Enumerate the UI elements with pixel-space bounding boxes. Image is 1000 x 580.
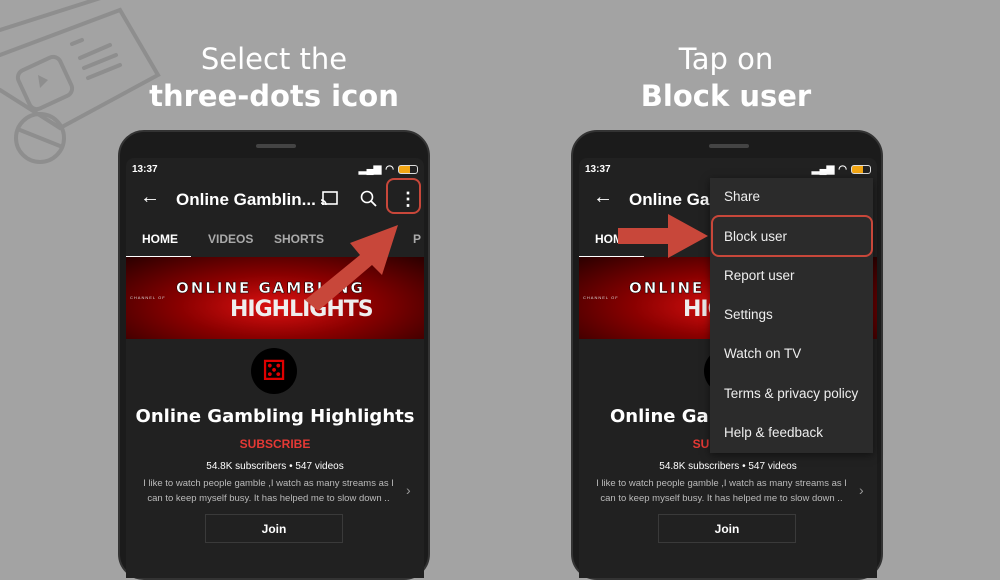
instruction-left: Select the three-dots icon — [114, 41, 434, 115]
clock: 13:37 — [132, 164, 158, 175]
menu-item-share[interactable]: Share — [724, 189, 760, 204]
wifi-icon: ◠ — [385, 164, 394, 175]
back-arrow-icon[interactable]: ← — [140, 186, 160, 209]
channel-stats: 54.8K subscribers • 547 videos — [206, 461, 344, 472]
join-button[interactable]: Join — [205, 514, 343, 543]
pointer-arrow-icon — [305, 225, 398, 311]
status-bar: 13:37 ▂▄▆ ◠ — [126, 162, 424, 178]
menu-item-help-feedback[interactable]: Help & feedback — [724, 425, 823, 440]
menu-item-terms-privacy[interactable]: Terms & privacy policy — [724, 386, 858, 401]
menu-item-watch-on-tv[interactable]: Watch on TV — [724, 346, 801, 361]
battery-icon — [851, 165, 871, 174]
highlight-block-user — [711, 215, 873, 257]
pointer-arrow-icon — [618, 214, 708, 258]
speaker — [256, 144, 296, 148]
chevron-right-icon[interactable]: › — [406, 482, 411, 498]
instruction-right: Tap on Block user — [566, 41, 886, 115]
banner-tag: CHANNEL OF — [130, 295, 166, 300]
instruction-line: Tap on — [678, 42, 774, 76]
wifi-icon: ◠ — [838, 164, 847, 175]
menu-item-settings[interactable]: Settings — [724, 307, 773, 322]
status-bar: 13:37 ▂▄▆ ◠ — [579, 162, 877, 178]
instruction-emphasis: three-dots icon — [149, 79, 399, 113]
banner-tag: CHANNEL OF — [583, 295, 619, 300]
signal-icon: ▂▄▆ — [358, 164, 382, 175]
channel-description[interactable]: I like to watch people gamble ,I watch a… — [136, 476, 401, 506]
subscribe-button[interactable]: SUBSCRIBE — [126, 437, 424, 451]
channel-avatar-dice-icon[interactable]: ⚄ — [251, 348, 297, 394]
channel-description[interactable]: I like to watch people gamble ,I watch a… — [589, 476, 854, 506]
channel-stats: 54.8K subscribers • 547 videos — [659, 461, 797, 472]
join-button[interactable]: Join — [658, 514, 796, 543]
phone-left: 13:37 ▂▄▆ ◠ ← Online Gamblin... ⋮ HOME VI… — [118, 130, 430, 580]
signal-icon: ▂▄▆ — [811, 164, 835, 175]
channel-name: Online Gambling Highlights — [135, 406, 415, 427]
tab-home[interactable]: HOME — [142, 232, 178, 246]
menu-item-report-user[interactable]: Report user — [724, 268, 795, 283]
instruction-line: Select the — [200, 42, 348, 76]
chevron-right-icon[interactable]: › — [859, 482, 864, 498]
battery-icon — [398, 165, 418, 174]
clock: 13:37 — [585, 164, 611, 175]
speaker — [709, 144, 749, 148]
tab-videos[interactable]: VIDEOS — [208, 232, 253, 246]
back-arrow-icon[interactable]: ← — [593, 186, 613, 209]
instruction-emphasis: Block user — [640, 79, 812, 113]
